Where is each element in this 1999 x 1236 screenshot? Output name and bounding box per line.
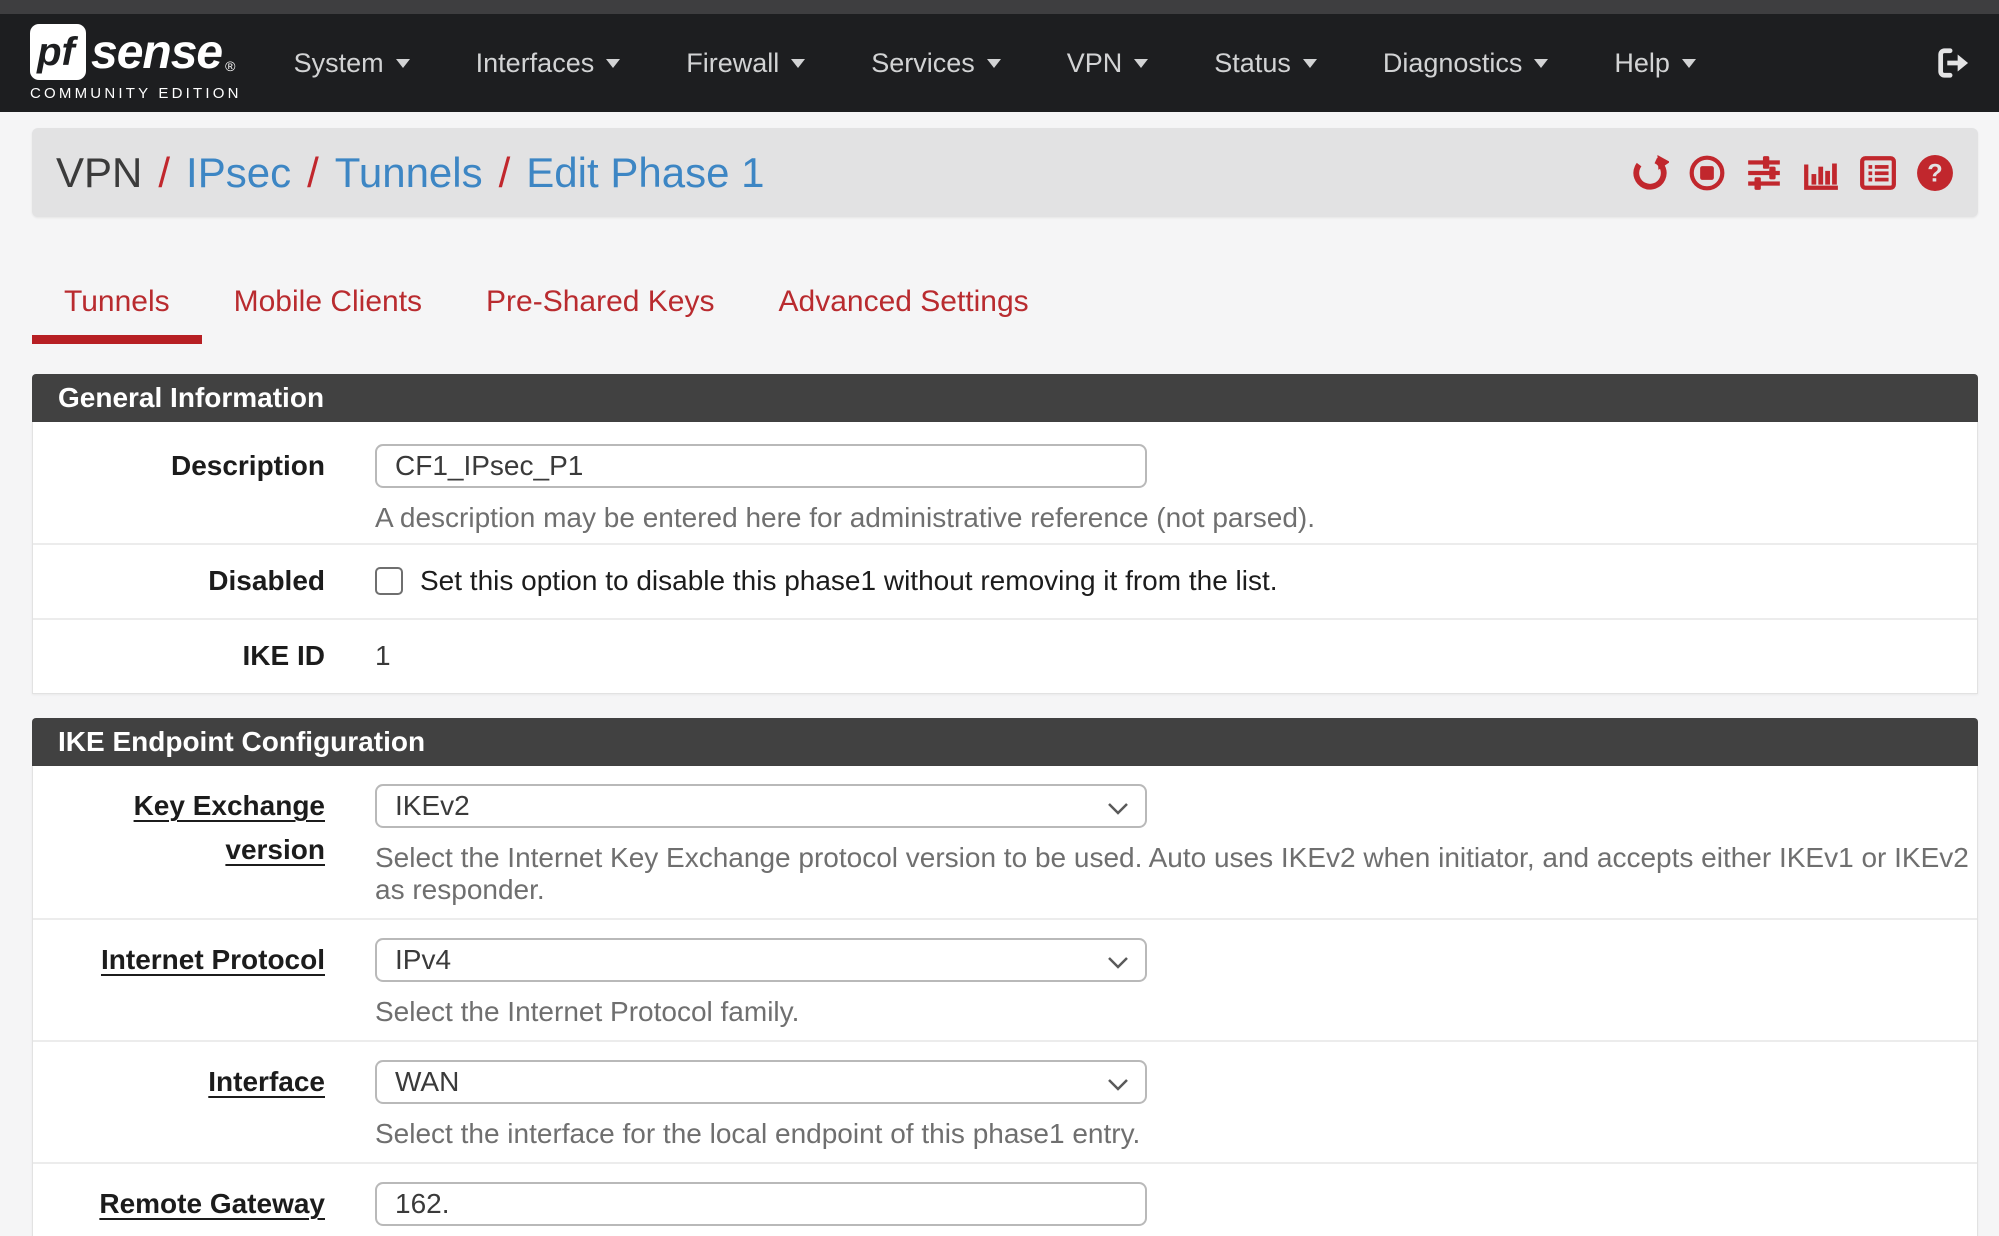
- internet-protocol-label: Internet Protocol: [33, 938, 325, 1028]
- key-exchange-help-text: Select the Internet Key Exchange protoco…: [375, 842, 1977, 906]
- main-navbar: pf sense ® COMMUNITY EDITION System Inte…: [0, 14, 1999, 112]
- chevron-down-icon: [1134, 59, 1148, 68]
- help-icon[interactable]: ?: [1916, 154, 1954, 192]
- pf-logo-badge: pf: [30, 24, 86, 80]
- sliders-icon[interactable]: [1745, 154, 1783, 192]
- list-icon[interactable]: [1859, 154, 1897, 192]
- breadcrumb-separator: /: [307, 149, 319, 197]
- nav-item-label: Help: [1614, 48, 1670, 79]
- chevron-down-icon: [1534, 59, 1548, 68]
- nav-item-label: Interfaces: [476, 48, 595, 79]
- nav-item-services[interactable]: Services: [871, 48, 1001, 79]
- description-help-text: A description may be entered here for ad…: [375, 502, 1977, 534]
- logo-edition-label: COMMUNITY EDITION: [30, 85, 242, 102]
- tab-tunnels[interactable]: Tunnels: [32, 285, 202, 344]
- tab-pre-shared-keys[interactable]: Pre-Shared Keys: [454, 285, 746, 344]
- registered-mark: ®: [225, 58, 235, 74]
- chevron-down-icon: [1107, 802, 1129, 815]
- nav-item-label: Services: [871, 48, 975, 79]
- internet-protocol-select[interactable]: IPv4: [375, 938, 1147, 982]
- chevron-down-icon: [1303, 59, 1317, 68]
- interface-select[interactable]: WAN: [375, 1060, 1147, 1104]
- internet-protocol-row: Internet Protocol IPv4 Select the Intern…: [33, 918, 1977, 1040]
- nav-item-label: Firewall: [686, 48, 779, 79]
- remote-gateway-label: Remote Gateway: [33, 1182, 325, 1236]
- disabled-checkbox-label: Set this option to disable this phase1 w…: [420, 565, 1278, 597]
- bar-chart-icon[interactable]: [1802, 154, 1840, 192]
- general-information-panel: General Information Description A descri…: [32, 374, 1978, 694]
- chevron-down-icon: [1107, 1078, 1129, 1091]
- interface-help-text: Select the interface for the local endpo…: [375, 1118, 1977, 1150]
- refresh-icon[interactable]: [1631, 154, 1669, 192]
- panel-title: IKE Endpoint Configuration: [32, 718, 1978, 766]
- interface-row: Interface WAN Select the interface for t…: [33, 1040, 1977, 1162]
- description-label: Description: [33, 444, 325, 534]
- chevron-down-icon: [1107, 956, 1129, 969]
- remote-gateway-row: Remote Gateway Enter the public IP addre…: [33, 1162, 1977, 1236]
- key-exchange-label: Key Exchange version: [33, 784, 325, 906]
- svg-text:?: ?: [1927, 159, 1942, 187]
- breadcrumb-separator: /: [499, 149, 511, 197]
- key-exchange-row: Key Exchange version IKEv2 Select the In…: [33, 766, 1977, 918]
- logo-wordmark: sense: [91, 25, 222, 80]
- ike-endpoint-configuration-panel: IKE Endpoint Configuration Key Exchange …: [32, 718, 1978, 1236]
- nav-item-label: Status: [1214, 48, 1291, 79]
- top-strip: [0, 0, 1999, 14]
- nav-item-label: System: [294, 48, 384, 79]
- nav-item-diagnostics[interactable]: Diagnostics: [1383, 48, 1549, 79]
- interface-selected-value: WAN: [395, 1066, 459, 1098]
- pfsense-logo[interactable]: pf sense ® COMMUNITY EDITION: [30, 24, 242, 102]
- breadcrumb-separator: /: [158, 149, 170, 197]
- breadcrumb-link-edit-phase-1[interactable]: Edit Phase 1: [526, 149, 764, 197]
- disabled-row: Disabled Set this option to disable this…: [33, 543, 1977, 618]
- ipsec-tab-bar: Tunnels Mobile Clients Pre-Shared Keys A…: [32, 285, 1978, 344]
- breadcrumb-link-tunnels[interactable]: Tunnels: [335, 149, 483, 197]
- nav-item-label: Diagnostics: [1383, 48, 1523, 79]
- nav-item-vpn[interactable]: VPN: [1067, 48, 1149, 79]
- ike-id-value: 1: [375, 641, 1977, 671]
- chevron-down-icon: [396, 59, 410, 68]
- ike-id-label: IKE ID: [33, 641, 325, 671]
- description-row: Description A description may be entered…: [33, 422, 1977, 543]
- chevron-down-icon: [987, 59, 1001, 68]
- interface-label: Interface: [33, 1060, 325, 1150]
- tab-mobile-clients[interactable]: Mobile Clients: [202, 285, 454, 344]
- breadcrumb-link-ipsec[interactable]: IPsec: [186, 149, 291, 197]
- stop-icon[interactable]: [1688, 154, 1726, 192]
- nav-item-status[interactable]: Status: [1214, 48, 1317, 79]
- chevron-down-icon: [1682, 59, 1696, 68]
- internet-protocol-help-text: Select the Internet Protocol family.: [375, 996, 1977, 1028]
- quick-action-icons: ?: [1631, 154, 1954, 192]
- ike-id-row: IKE ID 1: [33, 618, 1977, 693]
- sign-out-icon[interactable]: [1935, 46, 1969, 80]
- nav-item-interfaces[interactable]: Interfaces: [476, 48, 621, 79]
- nav-menu: System Interfaces Firewall Services VPN …: [294, 48, 1762, 79]
- chevron-down-icon: [791, 59, 805, 68]
- nav-item-firewall[interactable]: Firewall: [686, 48, 805, 79]
- description-input[interactable]: [375, 444, 1147, 488]
- remote-gateway-input[interactable]: [375, 1182, 1147, 1226]
- chevron-down-icon: [606, 59, 620, 68]
- breadcrumb-section: VPN: [56, 149, 142, 197]
- disabled-checkbox[interactable]: [375, 567, 403, 595]
- breadcrumb: VPN / IPsec / Tunnels / Edit Phase 1: [56, 149, 764, 197]
- key-exchange-select[interactable]: IKEv2: [375, 784, 1147, 828]
- disabled-label: Disabled: [33, 566, 325, 596]
- internet-protocol-selected-value: IPv4: [395, 944, 451, 976]
- panel-title: General Information: [32, 374, 1978, 422]
- nav-item-label: VPN: [1067, 48, 1123, 79]
- nav-item-help[interactable]: Help: [1614, 48, 1696, 79]
- key-exchange-selected-value: IKEv2: [395, 790, 470, 822]
- tab-advanced-settings[interactable]: Advanced Settings: [747, 285, 1061, 344]
- page-title-bar: VPN / IPsec / Tunnels / Edit Phase 1: [32, 128, 1978, 217]
- nav-item-system[interactable]: System: [294, 48, 410, 79]
